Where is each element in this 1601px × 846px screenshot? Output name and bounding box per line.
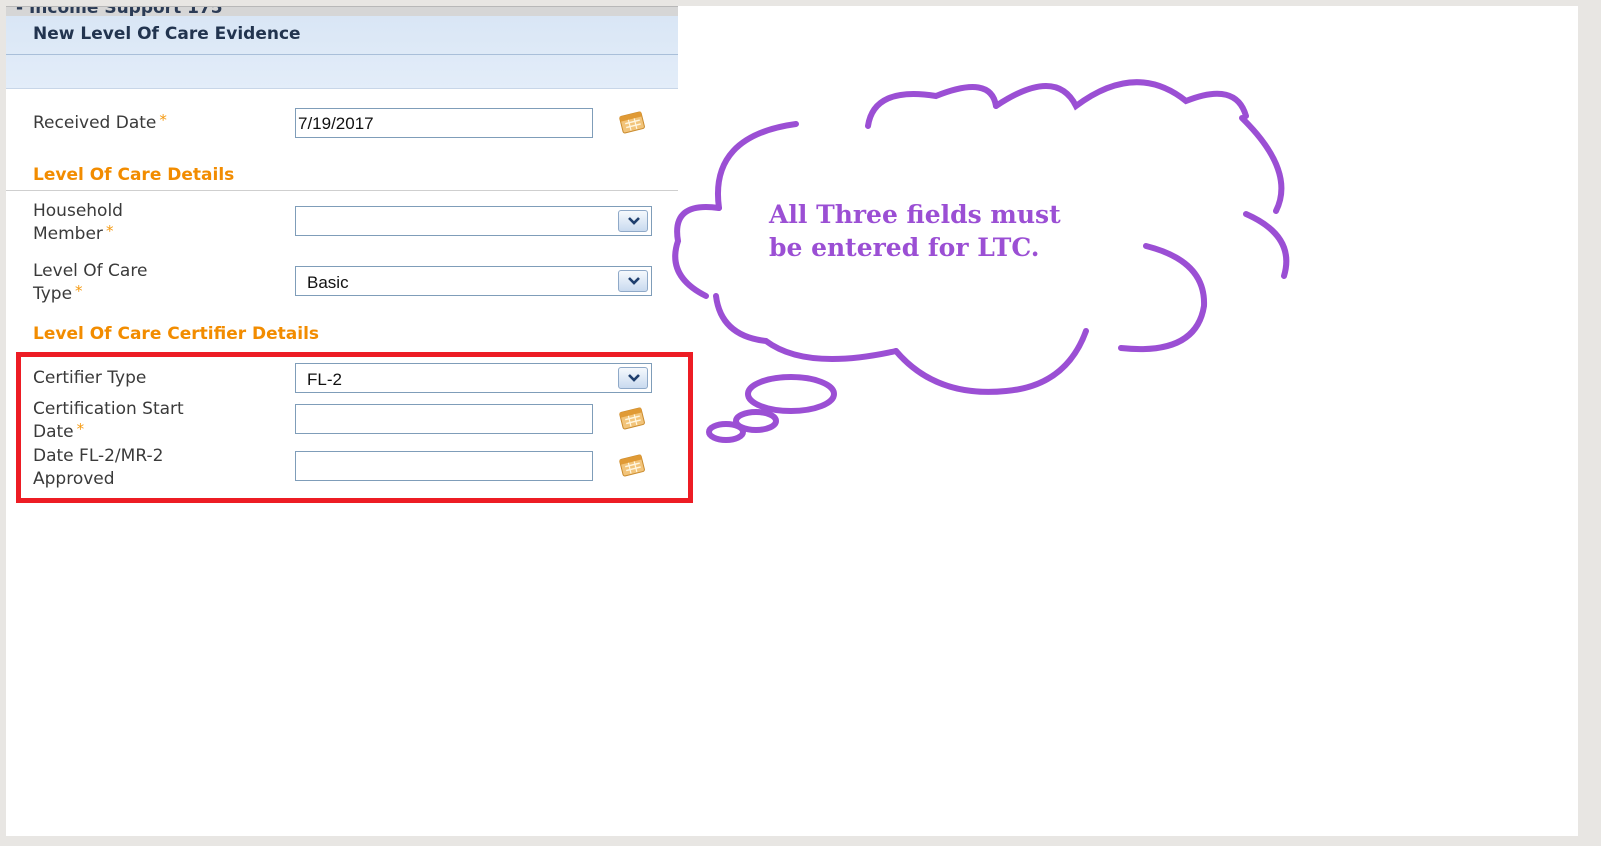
thought-bubble-large <box>745 374 837 414</box>
cloud-annotation-text: All Three fields must be entered for LTC… <box>769 198 1189 264</box>
cloud-outline <box>865 84 999 129</box>
cloud-outline <box>1243 211 1290 279</box>
slide-canvas: - Income Support 175 New Level Of Care E… <box>6 6 1578 836</box>
cloud-outline <box>672 204 722 299</box>
cloud-text-line2: be entered for LTC. <box>769 233 1040 262</box>
cloud-outline <box>1239 115 1285 214</box>
thought-cloud-callout <box>672 79 1290 443</box>
cloud-text-line1: All Three fields must <box>769 200 1061 229</box>
cloud-outline <box>993 79 1249 119</box>
cloud-outline <box>713 293 899 362</box>
thought-bubble-small <box>706 421 746 443</box>
cloud-outline <box>893 328 1089 395</box>
cloud-outline <box>715 121 799 211</box>
